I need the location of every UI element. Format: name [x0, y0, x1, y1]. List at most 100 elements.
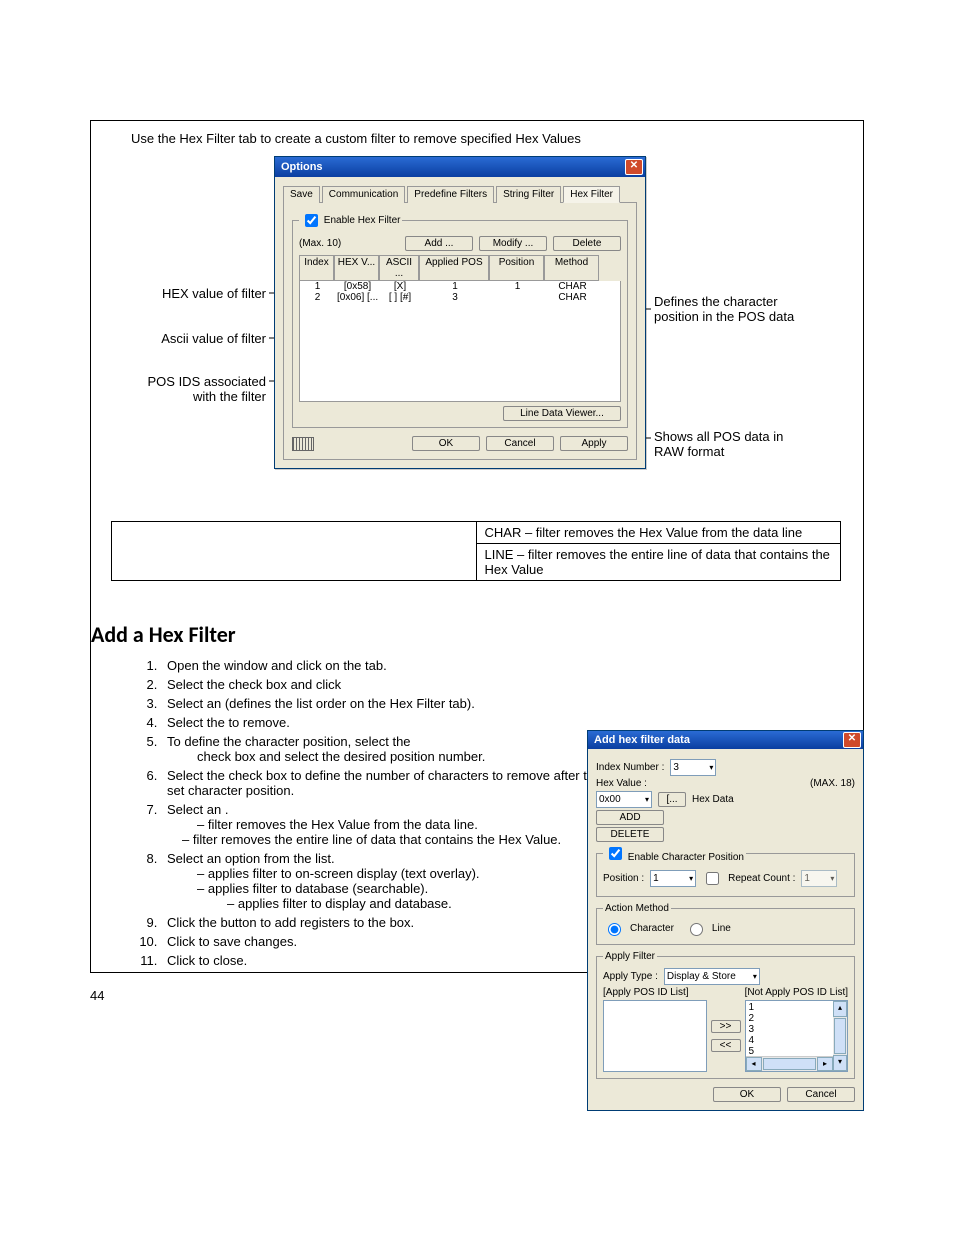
step-2: Select the check box and click: [161, 677, 611, 692]
vertical-scrollbar[interactable]: ▴ ▾: [833, 1001, 847, 1071]
intro-text: Use the Hex Filter tab to create a custo…: [91, 131, 863, 156]
delete-button[interactable]: Delete: [553, 236, 621, 251]
list-item[interactable]: 2: [749, 1013, 845, 1024]
ecp-legend: Enable Character Position: [628, 852, 744, 863]
apply-type-label: Apply Type :: [603, 971, 658, 982]
delete-hex-button[interactable]: DELETE: [596, 827, 664, 842]
method-char: CHAR – filter removes the Hex Value from…: [476, 522, 841, 544]
action-legend: Action Method: [603, 903, 671, 914]
apply-filter-group: Apply Filter Apply Type : Display & Stor…: [596, 951, 855, 1079]
col-ascii[interactable]: ASCII ...: [379, 255, 419, 281]
move-right-button[interactable]: >>: [711, 1020, 741, 1033]
table-row[interactable]: 2 [0x06] [... [ ] [#] 3 CHAR: [300, 292, 620, 303]
repeat-checkbox[interactable]: [706, 872, 719, 885]
ok-button[interactable]: OK: [713, 1087, 781, 1102]
apply-listbox[interactable]: [603, 1000, 707, 1072]
hex-value-label: Hex Value :: [596, 778, 647, 789]
move-left-button[interactable]: <<: [711, 1039, 741, 1052]
step-5: To define the character position, select…: [161, 734, 611, 764]
step-3: Select an (defines the list order on the…: [161, 696, 611, 711]
add-button[interactable]: Add ...: [405, 236, 473, 251]
modify-button[interactable]: Modify ...: [479, 236, 547, 251]
hex-data-label: Hex Data: [692, 794, 734, 805]
options-figure: HEX value of filter Ascii value of filte…: [91, 156, 863, 501]
ok-button[interactable]: OK: [412, 436, 480, 451]
position-label: Position :: [603, 873, 644, 884]
col-position[interactable]: Position: [489, 255, 544, 281]
radio-line[interactable]: [690, 923, 703, 936]
callout-defines-1: Defines the character: [654, 294, 778, 309]
radio-character[interactable]: [608, 923, 621, 936]
enable-hex-legend: Enable Hex Filter: [324, 215, 401, 226]
section-heading: Add a Hex Filter: [91, 621, 863, 648]
step-10: Click to save changes.: [161, 934, 611, 949]
callout-defines-2: position in the POS data: [654, 309, 794, 324]
index-dropdown[interactable]: 3: [670, 759, 716, 776]
hex-value-dropdown[interactable]: 0x00: [596, 791, 652, 808]
step-11: Click to close.: [161, 953, 611, 968]
table-row[interactable]: 1 [0x58] [X] 1 1 CHAR: [300, 281, 620, 292]
step-4: Select the to remove.: [161, 715, 611, 730]
index-label: Index Number :: [596, 762, 664, 773]
opt-line: Line: [712, 923, 731, 934]
col-hex[interactable]: HEX V...: [334, 255, 379, 281]
filter-table-header: Index HEX V... ASCII ... Applied POS Pos…: [299, 255, 621, 281]
list-item[interactable]: 3: [749, 1024, 845, 1035]
line-viewer-button[interactable]: Line Data Viewer...: [503, 406, 621, 421]
col-pos[interactable]: Applied POS: [419, 255, 489, 281]
callout-ascii: Ascii value of filter: [91, 331, 266, 346]
not-list-label: [Not Apply POS ID List]: [745, 987, 848, 998]
enable-hex-group: Enable Hex Filter (Max. 10) Add ... Modi…: [292, 211, 628, 428]
col-method[interactable]: Method: [544, 255, 599, 281]
tab-communication[interactable]: Communication: [322, 186, 405, 203]
filter-table-body: 1 [0x58] [X] 1 1 CHAR 2 [0x06] [...: [299, 281, 621, 402]
max10-label: (Max. 10): [299, 238, 341, 249]
repeat-label: Repeat Count :: [728, 873, 795, 884]
action-method-group: Action Method Character Line: [596, 903, 855, 945]
apply-legend: Apply Filter: [603, 951, 657, 962]
callout-shows-2: RAW format: [654, 444, 724, 459]
steps-list: Open the window and click on the tab. Se…: [91, 658, 611, 968]
close-icon[interactable]: ✕: [625, 159, 643, 175]
add-hex-dialog: Add hex filter data ✕ Index Number : 3 H…: [587, 730, 864, 1111]
position-dropdown[interactable]: 1: [650, 870, 696, 887]
callout-hex: HEX value of filter: [91, 286, 266, 301]
options-title: Options: [281, 157, 323, 177]
callout-shows-1: Shows all POS data in: [654, 429, 783, 444]
list-item[interactable]: 1: [749, 1002, 845, 1013]
ecp-checkbox[interactable]: [609, 847, 622, 860]
callout-posids-2: with the filter: [91, 389, 266, 404]
step-8: Select an option from the list. – applie…: [161, 851, 611, 911]
max18-label: (MAX. 18): [810, 778, 855, 789]
apply-type-dropdown[interactable]: Display & Store: [664, 968, 760, 985]
tab-hex-filter[interactable]: Hex Filter: [563, 186, 620, 203]
enable-hex-checkbox[interactable]: [305, 214, 318, 227]
method-definition-table: CHAR – filter removes the Hex Value from…: [111, 521, 841, 581]
list-item[interactable]: 4: [749, 1035, 845, 1046]
step-6: Select the check box to define the numbe…: [161, 768, 611, 798]
browse-button[interactable]: [...: [658, 792, 686, 807]
close-icon[interactable]: ✕: [843, 732, 861, 748]
opt-char: Character: [630, 923, 674, 934]
repeat-dropdown[interactable]: 1: [801, 870, 837, 887]
add-dialog-title: Add hex filter data: [594, 731, 690, 749]
tab-string-filter[interactable]: String Filter: [496, 186, 561, 203]
keyboard-icon[interactable]: [292, 437, 314, 451]
col-index[interactable]: Index: [299, 255, 334, 281]
tab-predefine[interactable]: Predefine Filters: [407, 186, 494, 203]
method-line: LINE – filter removes the entire line of…: [476, 544, 841, 581]
ecp-group: Enable Character Position Position : 1 R…: [596, 844, 855, 897]
step-1: Open the window and click on the tab.: [161, 658, 611, 673]
step-9: Click the button to add registers to the…: [161, 915, 611, 930]
step-7: Select an . – filter removes the Hex Val…: [161, 802, 611, 847]
cancel-button[interactable]: Cancel: [486, 436, 554, 451]
apply-button[interactable]: Apply: [560, 436, 628, 451]
page-number: 44: [90, 988, 104, 1003]
cancel-button[interactable]: Cancel: [787, 1087, 855, 1102]
apply-list-label: [Apply POS ID List]: [603, 987, 689, 998]
add-hex-button[interactable]: ADD: [596, 810, 664, 825]
options-dialog: Options ✕ Save Communication Predefine F…: [274, 156, 646, 469]
horizontal-scrollbar[interactable]: ◂ ▸: [746, 1056, 834, 1071]
tab-save[interactable]: Save: [283, 186, 320, 203]
not-apply-listbox[interactable]: 1 2 3 4 5 ▴ ▾ ◂: [745, 1000, 849, 1072]
